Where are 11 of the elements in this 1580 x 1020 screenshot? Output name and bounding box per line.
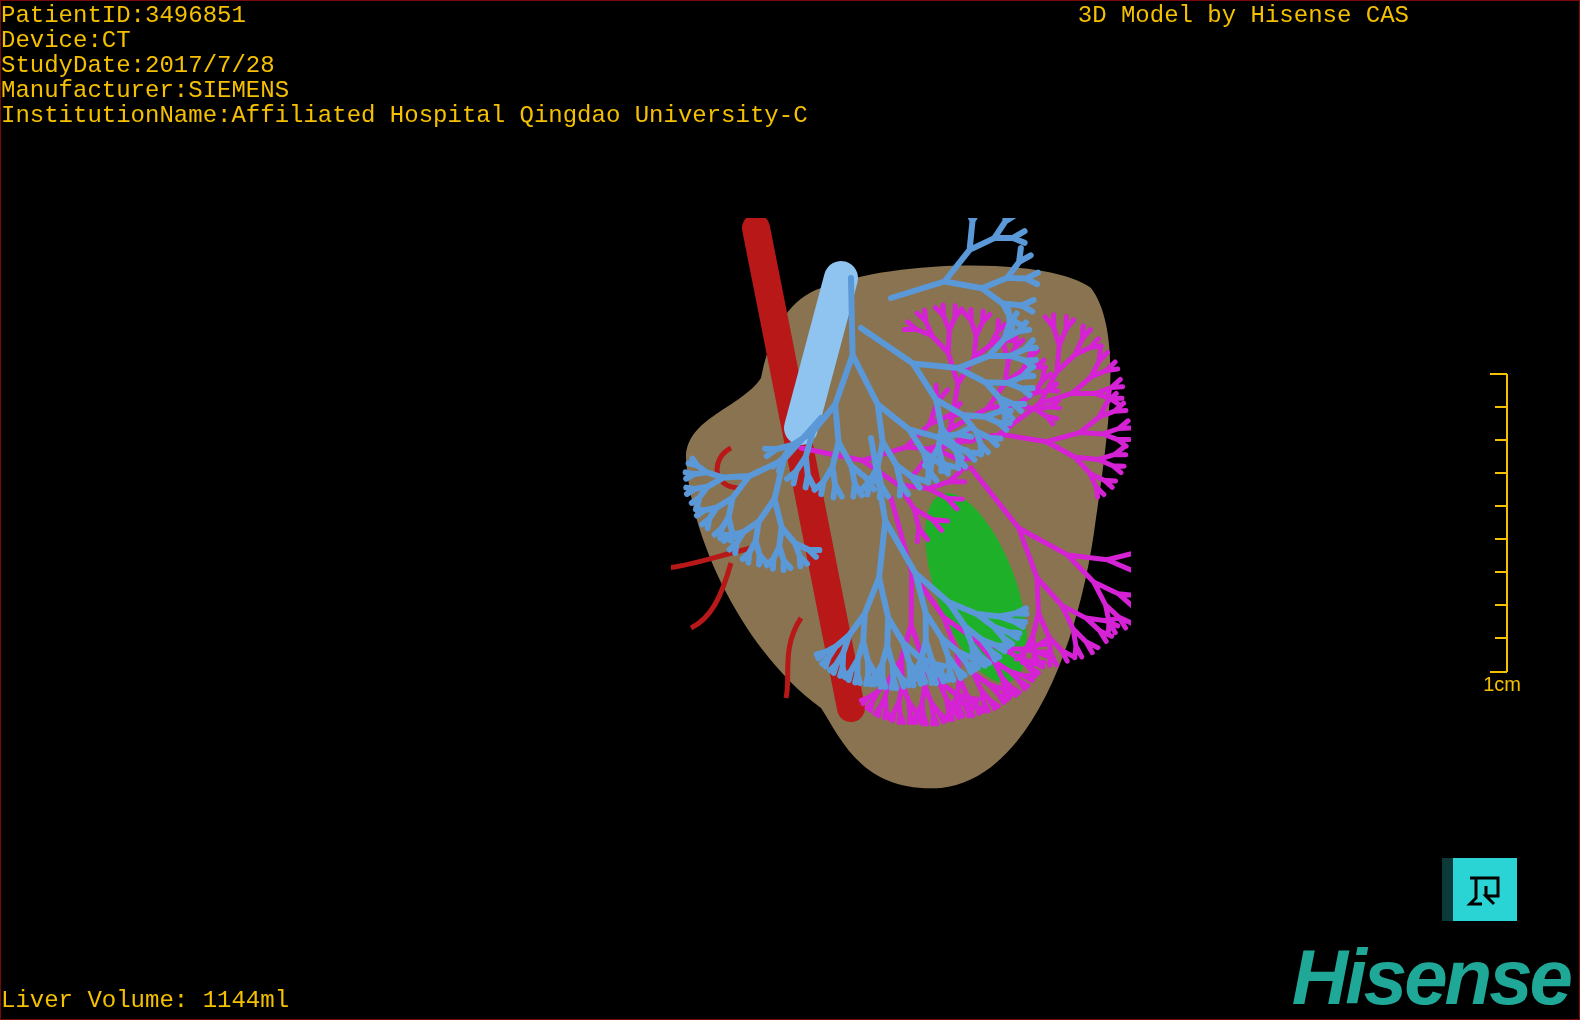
model-title: 3D Model by Hisense CAS: [1077, 3, 1409, 28]
liver-volume-text: Liver Volume: 1144ml: [1, 988, 290, 1013]
patient-info-text: InstitutionName:Affiliated Hospital Qingdao University-C: [1, 103, 808, 128]
patient-info-text: PatientID:3496851: [1, 3, 247, 28]
patient-info-text: Device:CT: [1, 28, 132, 53]
scale-label: 1cm: [1483, 673, 1521, 695]
patient-info-text: Manufacturer:SIEMENS: [1, 78, 291, 103]
scale-ruler-icon: [1489, 373, 1509, 673]
brand-logo: Hisense: [1291, 941, 1572, 1013]
patient-info-text: StudyDate:2017/7/28: [1, 53, 276, 78]
orientation-cube-icon[interactable]: [1442, 858, 1517, 921]
